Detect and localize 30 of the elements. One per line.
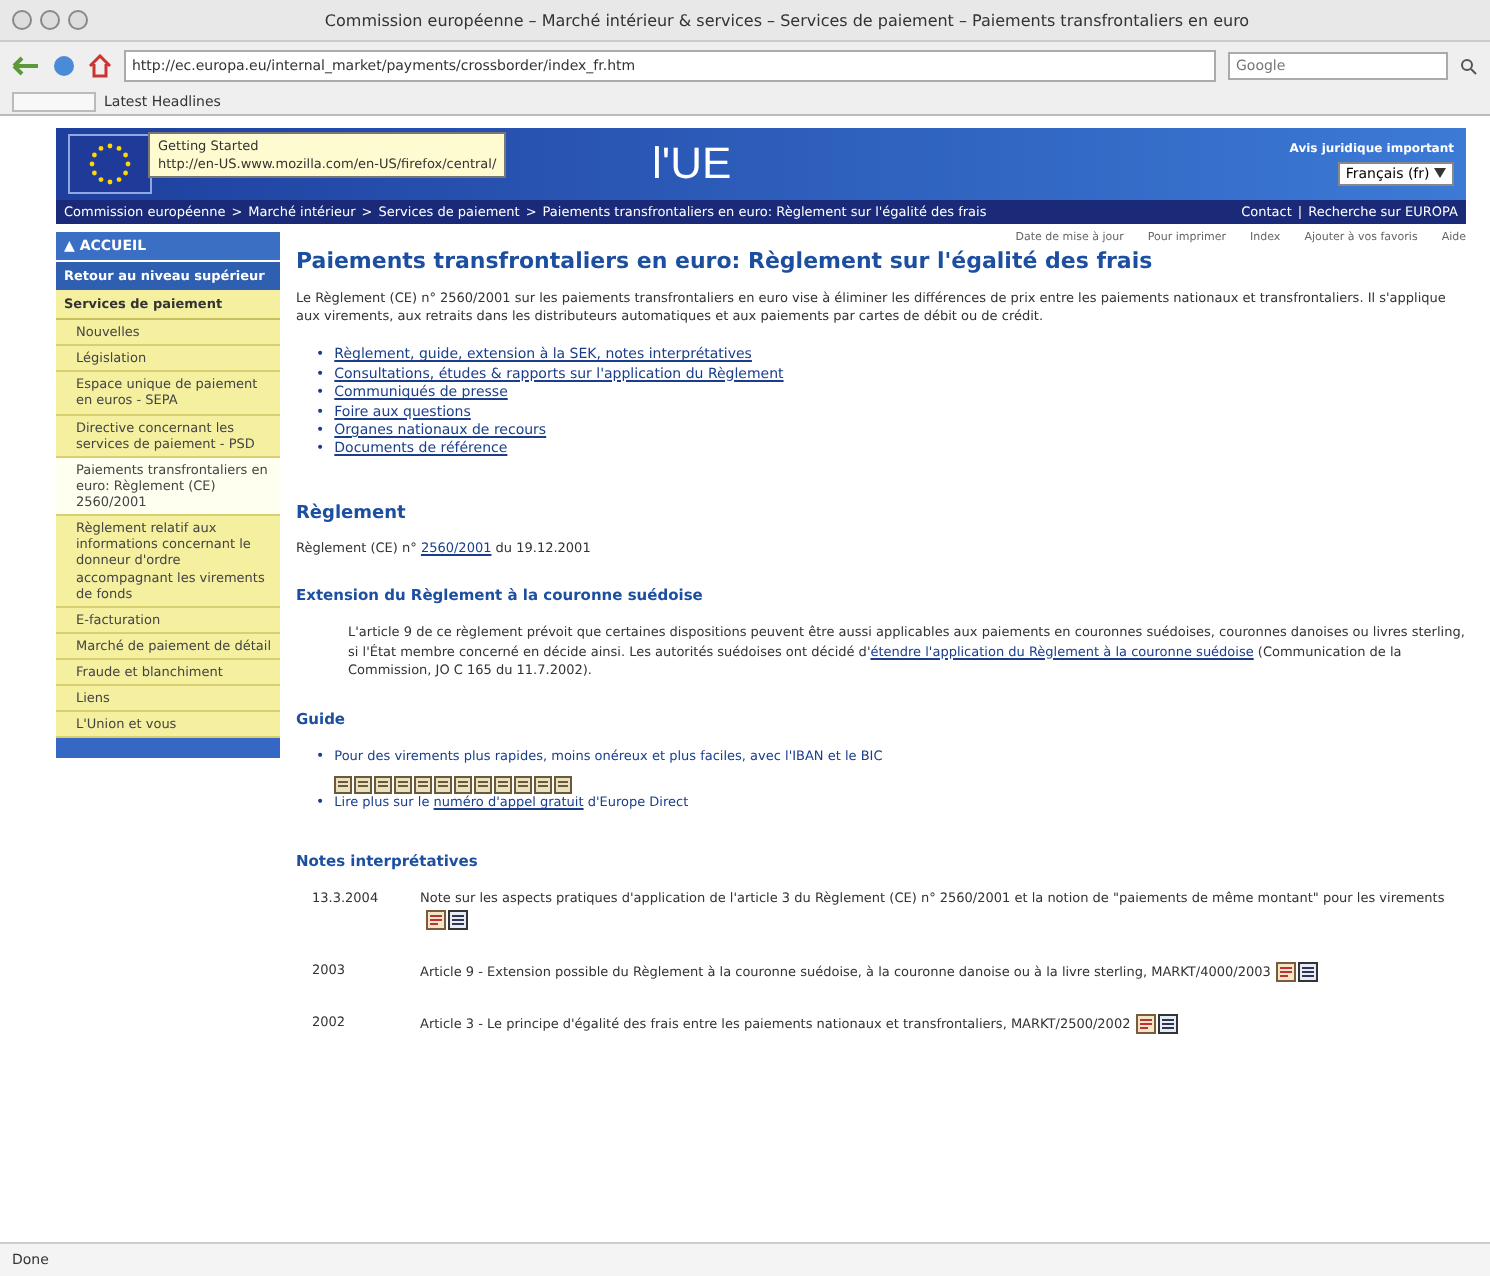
language-document-icon[interactable]	[334, 775, 353, 794]
minimize-button[interactable]	[40, 10, 60, 30]
language-document-icon[interactable]	[354, 775, 373, 794]
document-icon[interactable]	[448, 909, 468, 930]
home-icon[interactable]	[88, 54, 112, 78]
pdf-icon[interactable]	[426, 909, 446, 930]
window-title: Commission européenne – Marché intérieur & services – Services de paiement – Paiements transfrontaliers en euro	[322, 11, 1252, 29]
pdf-icon[interactable]	[1276, 961, 1297, 982]
document-icon[interactable]	[1158, 1014, 1179, 1035]
language-document-icon[interactable]	[474, 775, 493, 794]
language-document-icon[interactable]	[454, 775, 473, 794]
close-button[interactable]	[12, 10, 32, 30]
language-document-icon[interactable]	[434, 775, 453, 794]
search-icon[interactable]	[1460, 57, 1478, 75]
language-document-icon[interactable]	[494, 775, 513, 794]
dropdown-arrow-icon	[1434, 168, 1446, 178]
section-heading: Règlement	[296, 503, 408, 524]
language-document-icon[interactable]	[514, 775, 533, 794]
zoom-button[interactable]	[68, 10, 88, 30]
back-arrow-icon[interactable]	[12, 56, 40, 76]
document-icon[interactable]	[1298, 961, 1319, 982]
pdf-icon[interactable]	[1136, 1014, 1157, 1035]
language-document-icon[interactable]	[394, 775, 413, 794]
banner-title: l'UE	[652, 138, 732, 190]
page-title: Paiements transfrontaliers en euro: Règlement sur l'égalité des frais	[296, 248, 1155, 274]
eu-flag-icon	[68, 134, 152, 194]
language-document-icon[interactable]	[374, 775, 393, 794]
language-document-icon[interactable]	[534, 775, 553, 794]
language-document-icon[interactable]	[414, 775, 433, 794]
language-document-icon[interactable]	[554, 775, 573, 794]
